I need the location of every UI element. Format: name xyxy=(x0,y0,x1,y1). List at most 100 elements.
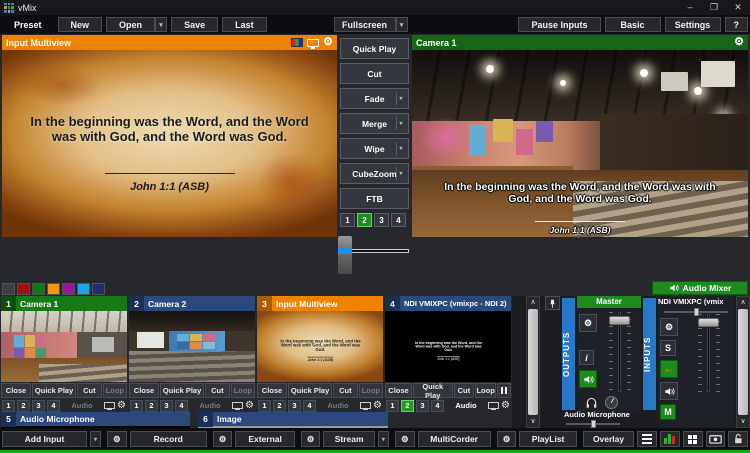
loop-button[interactable]: Loop xyxy=(359,383,383,398)
basic-button[interactable]: Basic xyxy=(605,17,661,32)
overlay-button[interactable]: Overlay xyxy=(583,431,635,447)
gear-icon[interactable]: ⚙ xyxy=(501,401,510,411)
color-swatch-gray[interactable] xyxy=(2,283,15,295)
bank-4-button[interactable]: 4 xyxy=(391,213,406,227)
input-3-thumbnail[interactable]: In the beginning was the Word, and the W… xyxy=(257,311,383,382)
speaker-button[interactable] xyxy=(660,382,678,400)
help-button[interactable]: ? xyxy=(725,17,749,32)
tbar-track[interactable] xyxy=(351,249,409,253)
ftb-button[interactable]: FTB xyxy=(340,188,409,209)
overlay-4-button[interactable]: 4 xyxy=(47,400,60,412)
stream-dropdown[interactable]: ▾ xyxy=(378,431,389,447)
input-2-header[interactable]: 2 Camera 2 xyxy=(129,296,255,311)
scroll-up-icon[interactable]: ∧ xyxy=(530,297,535,308)
cut-button[interactable]: Cut xyxy=(340,63,409,84)
headphones-icon[interactable] xyxy=(585,396,598,409)
cut-button[interactable]: Cut xyxy=(333,383,357,398)
save-button[interactable]: Save xyxy=(171,17,218,32)
lock-button[interactable] xyxy=(728,431,748,447)
overlay-3-button[interactable]: 3 xyxy=(160,400,173,412)
fade-button[interactable]: Fade▾ xyxy=(340,88,409,109)
overlay-4-button[interactable]: 4 xyxy=(303,400,316,412)
color-swatch-orange[interactable] xyxy=(47,283,60,295)
gear-icon[interactable]: ⚙ xyxy=(323,37,333,48)
color-swatch-red[interactable] xyxy=(17,283,30,295)
overlay-4-button[interactable]: 4 xyxy=(431,400,444,412)
pause-inputs-button[interactable]: Pause Inputs xyxy=(518,17,600,32)
overlay-3-button[interactable]: 3 xyxy=(416,400,429,412)
input-2-thumbnail[interactable] xyxy=(129,311,255,382)
monitor-icon[interactable] xyxy=(360,402,371,409)
overlay-2-button[interactable]: 2 xyxy=(273,400,286,412)
color-swatch-purple[interactable] xyxy=(62,283,75,295)
audio-toggle[interactable]: Audio xyxy=(318,401,358,410)
overlay-1-button[interactable]: 1 xyxy=(130,400,143,412)
overlay-1-button[interactable]: 1 xyxy=(2,400,15,412)
gear-icon[interactable]: ⚙ xyxy=(734,37,744,48)
audio-meters-button[interactable] xyxy=(660,431,680,447)
close-button[interactable]: ✕ xyxy=(726,2,750,13)
layout-grid-button[interactable] xyxy=(683,431,703,447)
overlay-2-button[interactable]: 2 xyxy=(401,400,414,412)
loop-button[interactable]: Loop xyxy=(475,383,496,398)
add-input-button[interactable]: Add Input xyxy=(2,431,87,447)
input-3-header[interactable]: 3 Input Multiview xyxy=(257,296,383,311)
playlist-button[interactable]: PlayList xyxy=(519,431,576,447)
open-button[interactable]: Open xyxy=(106,17,155,32)
audio-toggle[interactable]: Audio xyxy=(190,401,230,410)
colorbars-icon[interactable] xyxy=(291,38,303,47)
fader-handle[interactable] xyxy=(698,318,719,327)
audio-toggle[interactable]: Audio xyxy=(446,401,486,410)
add-input-dropdown[interactable]: ▾ xyxy=(90,431,101,447)
bank-1-button[interactable]: 1 xyxy=(340,213,355,227)
monitor-icon[interactable] xyxy=(104,402,115,409)
playlist-settings-gear-icon[interactable]: ⚙ xyxy=(497,431,517,447)
quick-play-button[interactable]: Quick Play xyxy=(160,383,204,398)
menu-button[interactable] xyxy=(637,431,657,447)
bus-routing-button[interactable]: ← xyxy=(660,360,678,378)
fullscreen-dropdown[interactable]: ▾ xyxy=(396,17,408,32)
cubezoom-button[interactable]: CubeZoom▾ xyxy=(340,163,409,184)
overlay-1-button[interactable]: 1 xyxy=(386,400,399,412)
quick-play-button[interactable]: Quick Play xyxy=(340,38,409,59)
color-swatch-navy[interactable] xyxy=(92,283,105,295)
record-button[interactable]: Record xyxy=(130,431,207,447)
multicorder-settings-gear-icon[interactable]: ⚙ xyxy=(395,431,415,447)
quick-play-button[interactable]: Quick Play xyxy=(288,383,332,398)
overlay-2-button[interactable]: 2 xyxy=(17,400,30,412)
fullscreen-monitor-icon[interactable] xyxy=(307,39,319,47)
pin-button[interactable] xyxy=(545,296,560,310)
minimize-button[interactable]: – xyxy=(678,2,702,13)
bank-2-button[interactable]: 2 xyxy=(357,213,372,227)
monitor-icon[interactable] xyxy=(488,402,499,409)
input-1-header[interactable]: 1 Camera 1 xyxy=(1,296,127,311)
bank-3-button[interactable]: 3 xyxy=(374,213,389,227)
audio-mixer-button[interactable]: Audio Mixer xyxy=(652,281,748,295)
maximize-button[interactable]: ❐ xyxy=(702,2,726,13)
merge-button[interactable]: Merge▾ xyxy=(340,113,409,134)
last-button[interactable]: Last xyxy=(222,17,267,32)
gear-icon[interactable]: ⚙ xyxy=(660,318,678,336)
gear-icon[interactable]: ⚙ xyxy=(373,401,382,411)
open-dropdown[interactable]: ▾ xyxy=(155,17,167,32)
headphone-volume-knob[interactable] xyxy=(605,396,618,409)
scroll-up-icon[interactable]: ∧ xyxy=(740,297,745,308)
overlay-2-button[interactable]: 2 xyxy=(145,400,158,412)
overlay-3-button[interactable]: 3 xyxy=(288,400,301,412)
close-button[interactable]: Close xyxy=(257,383,287,398)
program-video[interactable]: In the beginning was the Word, and the W… xyxy=(412,50,748,237)
close-button[interactable]: Close xyxy=(1,383,31,398)
solo-button[interactable]: S xyxy=(660,340,676,356)
fader-handle[interactable] xyxy=(609,316,630,325)
record-settings-gear-icon[interactable]: ⚙ xyxy=(107,431,127,447)
color-swatch-green[interactable] xyxy=(32,283,45,295)
audio-toggle[interactable]: Audio xyxy=(62,401,102,410)
gear-icon[interactable]: ⚙ xyxy=(579,314,597,332)
overlay-1-button[interactable]: 1 xyxy=(258,400,271,412)
cut-button[interactable]: Cut xyxy=(77,383,101,398)
snapshot-button[interactable] xyxy=(706,431,726,447)
overlay-4-button[interactable]: 4 xyxy=(175,400,188,412)
quick-play-button[interactable]: Quick Play xyxy=(32,383,76,398)
quick-play-button[interactable]: Quick Play xyxy=(413,383,453,398)
settings-button[interactable]: Settings xyxy=(665,17,721,32)
